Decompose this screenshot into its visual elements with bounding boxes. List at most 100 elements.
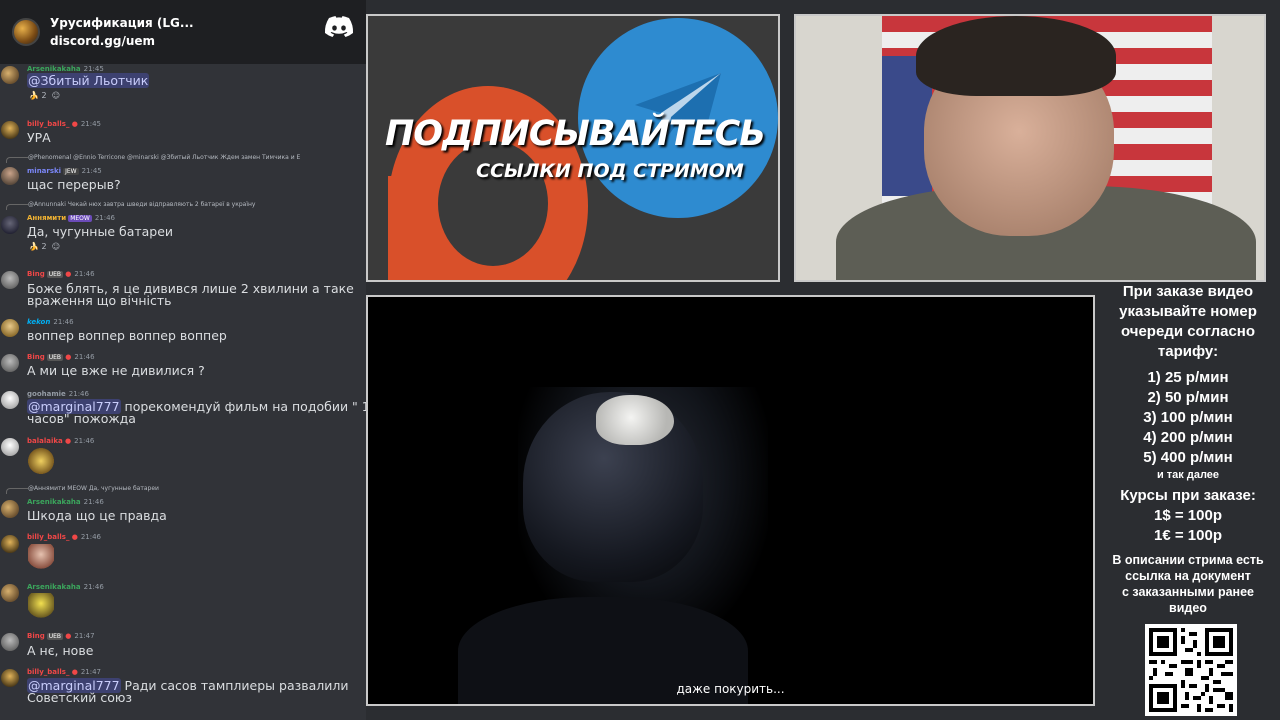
role-badge: MEOW	[68, 215, 92, 222]
streamer-hair	[916, 16, 1116, 96]
server-invite-link[interactable]: discord.gg/uem	[50, 32, 194, 50]
username[interactable]: Bing	[27, 270, 45, 278]
subscribe-banner: ПОДПИСЫВАЙТЕСЬ ССЫЛКИ ПОД СТРИМОМ	[366, 14, 780, 282]
username[interactable]: billy_balls_	[27, 120, 69, 128]
server-name: Урусификация (LG...	[50, 16, 194, 30]
video-player[interactable]: даже покурить...	[366, 295, 1095, 706]
timestamp: 21:46	[83, 498, 104, 506]
reply-preview[interactable]: @Phenomenal @Ennio Terricone @minarski @…	[28, 154, 300, 161]
message-text: Да, чугунные батареи	[27, 224, 174, 239]
message-text: порекомендуй фильм на подобии " 127	[120, 399, 366, 414]
timestamp: 21:45	[83, 65, 104, 73]
username[interactable]: Arsenikakaha	[27, 65, 81, 73]
reply-connector	[6, 204, 28, 210]
timestamp: 21:45	[80, 120, 102, 128]
info-heading-line: очереди согласно	[1120, 323, 1256, 340]
info-heading-line: тарифу:	[1157, 343, 1219, 360]
user-avatar[interactable]	[1, 500, 19, 518]
emoji-sticker	[28, 593, 54, 619]
banner-title: ПОДПИСЫВАЙТЕСЬ	[385, 114, 766, 154]
message-text-line2: Советский союз	[27, 690, 133, 705]
timestamp: 21:46	[94, 214, 115, 222]
tariff-item: 4) 200 р/мин	[1143, 429, 1233, 446]
user-mention[interactable]: @Збитый Льотчик	[27, 73, 150, 88]
username[interactable]: goohamie	[27, 390, 66, 398]
role-badge: UEB	[46, 354, 64, 361]
patreon-logo-bar	[388, 176, 438, 280]
user-avatar[interactable]	[1, 271, 19, 289]
reply-preview[interactable]: @Аннямити MEOW Да, чугунные батареи	[28, 485, 159, 492]
tariff-item: 3) 100 р/мин	[1143, 409, 1233, 426]
message-text: воппер воппер воппер воппер	[27, 328, 227, 343]
username[interactable]: Аннямити	[27, 214, 66, 222]
timestamp: 21:45	[81, 167, 102, 175]
user-avatar[interactable]	[1, 633, 19, 651]
user-avatar[interactable]	[1, 319, 19, 337]
timestamp: 21:46	[74, 270, 95, 278]
timestamp: 21:47	[80, 668, 102, 676]
server-header[interactable]: Урусификация (LG... discord.gg/uem	[0, 0, 366, 64]
username[interactable]: kekon	[27, 318, 50, 326]
description-line: В описании стрима есть	[1112, 553, 1264, 567]
message-text-line2: враження що вічність	[27, 293, 172, 308]
emoji-sticker	[28, 544, 54, 570]
reaction-count: 2	[41, 91, 47, 100]
description-line: ссылка на документ	[1125, 569, 1251, 583]
user-avatar[interactable]	[1, 438, 19, 456]
timestamp: 21:46	[68, 390, 89, 398]
user-avatar[interactable]	[1, 391, 19, 409]
video-subtitle: даже покурить...	[676, 682, 785, 696]
username[interactable]: balalaika	[27, 437, 63, 445]
timestamp: 21:46	[53, 318, 74, 326]
user-avatar[interactable]	[1, 216, 19, 234]
video-figure-cream	[596, 395, 674, 445]
qr-code	[1145, 624, 1237, 716]
message-text: щас перерыв?	[27, 177, 121, 192]
timestamp: 21:46	[74, 437, 95, 445]
emoji-sticker	[28, 448, 54, 474]
message-text: А нє, нове	[27, 643, 94, 658]
username[interactable]: minarski	[27, 167, 61, 175]
qr-code-icon	[1149, 628, 1233, 712]
reply-preview[interactable]: @Annunnaki Чекай нюх завтра шведи відпра…	[28, 201, 255, 208]
tariff-item: 1) 25 р/мин	[1147, 369, 1229, 386]
user-avatar[interactable]	[1, 121, 19, 139]
description-line: с заказанными ранее	[1121, 585, 1254, 599]
tariff-item: 5) 400 р/мин	[1143, 449, 1233, 466]
timestamp: 21:46	[83, 583, 104, 591]
message-text: А ми це вже не дивилися ?	[27, 363, 205, 378]
username[interactable]: Arsenikakaha	[27, 583, 81, 591]
tariff-more: и так далее	[1156, 469, 1220, 481]
discord-chat-overlay: Урусификация (LG... discord.gg/uem Arsen…	[0, 0, 366, 720]
banner-subtitle: ССЫЛКИ ПОД СТРИМОМ	[476, 160, 744, 182]
reaction-count: 2	[41, 242, 47, 251]
username[interactable]: billy_balls_	[27, 668, 69, 676]
user-avatar[interactable]	[1, 584, 19, 602]
user-avatar[interactable]	[1, 535, 19, 553]
user-avatar[interactable]	[1, 167, 19, 185]
user-avatar[interactable]	[1, 669, 19, 687]
reaction[interactable]: 🍌 2 ☺	[29, 91, 60, 100]
reaction[interactable]: 🍌 2 ☺	[29, 242, 60, 251]
rates-title: Курсы при заказе:	[1120, 487, 1256, 504]
message-text: Ради сасов тамплиеры развалили	[120, 678, 349, 693]
username[interactable]: Arsenikakaha	[27, 498, 81, 506]
message-text: УРА	[27, 130, 51, 145]
user-avatar[interactable]	[1, 354, 19, 372]
message-text: Шкода що це правда	[27, 508, 167, 523]
webcam-feed	[794, 14, 1266, 282]
username[interactable]: Bing	[27, 353, 45, 361]
user-avatar[interactable]	[1, 66, 19, 84]
info-heading-line: указывайте номер	[1119, 303, 1257, 320]
reply-connector	[6, 488, 28, 494]
username[interactable]: billy_balls_	[27, 533, 69, 541]
description-line: видео	[1169, 601, 1207, 615]
message-text-line2: часов" пожожда	[27, 411, 136, 426]
role-badge: UEB	[46, 633, 64, 640]
server-icon	[12, 18, 40, 46]
order-info-panel: При заказе видео указывайте номер очеред…	[1100, 282, 1276, 616]
discord-logo-icon	[324, 16, 354, 37]
timestamp: 21:46	[80, 533, 102, 541]
tariff-item: 2) 50 р/мин	[1147, 389, 1229, 406]
username[interactable]: Bing	[27, 632, 45, 640]
